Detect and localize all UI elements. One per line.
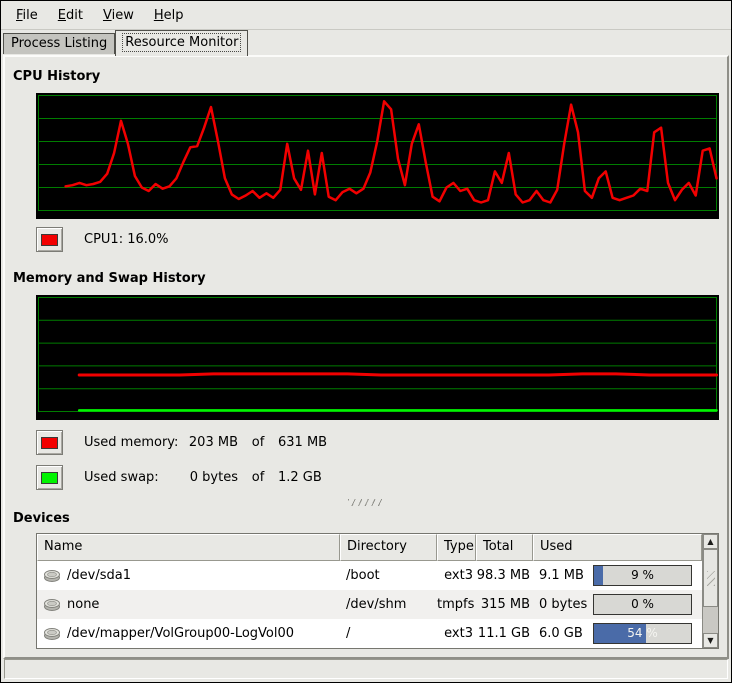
used-swap-of: of [238, 470, 278, 485]
devices-table-body: /dev/sda1/bootext398.3 MB9.1 MB9 % none/… [37, 561, 702, 648]
used-memory-legend: Used memory: 203 MB of 631 MB [36, 430, 727, 455]
usage-percent-label: 54 % [594, 624, 691, 643]
usage-progress-bar: 0 % [593, 594, 692, 615]
cpu-color-swatch [41, 234, 58, 246]
device-type: tmpfs [437, 597, 476, 612]
memory-swap-history-title: Memory and Swap History [13, 271, 727, 286]
device-name-cell: /dev/sda1 [37, 568, 340, 583]
usage-progress-bar: 54 % [593, 623, 692, 644]
usage-progress-bar: 9 % [593, 565, 692, 586]
menu-file[interactable]: File [6, 3, 48, 28]
menu-edit[interactable]: Edit [48, 3, 93, 28]
device-used-value: 9.1 MB [533, 568, 591, 583]
disk-icon [43, 568, 61, 583]
used-swap-label: Used swap: [84, 470, 184, 485]
used-memory-label: Used memory: [84, 435, 184, 450]
used-memory-of: of [238, 435, 278, 450]
table-scrollbar[interactable]: ▲ ▼ [702, 534, 718, 648]
memory-color-swatch [41, 437, 58, 449]
pane-resize-grip[interactable] [348, 499, 384, 506]
memory-color-button[interactable] [36, 430, 63, 455]
cpu-history-title: CPU History [13, 69, 727, 84]
devices-title: Devices [13, 511, 727, 526]
cpu-legend-label: CPU1: 16.0% [84, 232, 169, 247]
system-monitor-window: FileEditViewHelp Process Listing Resourc… [0, 0, 732, 683]
resource-monitor-page: CPU History CPU1: 16.0% Memory and Swap … [3, 55, 729, 659]
used-memory-value: 203 MB [184, 435, 238, 450]
column-header-name[interactable]: Name [37, 534, 340, 561]
memory-swap-graph [36, 295, 719, 420]
disk-icon [43, 597, 61, 612]
device-type: ext3 [437, 568, 476, 583]
swap-color-swatch [41, 472, 58, 484]
memory-swap-plot [36, 295, 719, 420]
status-bar [4, 659, 728, 679]
device-used-value: 6.0 GB [533, 626, 591, 641]
device-used-value: 0 bytes [533, 597, 591, 612]
device-name: /dev/mapper/VolGroup00-LogVol00 [67, 626, 294, 641]
device-used-cell: 6.0 GB54 % [533, 623, 702, 644]
scrollbar-up-button[interactable]: ▲ [703, 534, 718, 549]
device-row[interactable]: /dev/sda1/bootext398.3 MB9.1 MB9 % [37, 561, 702, 590]
device-directory: /boot [340, 568, 437, 583]
device-row[interactable]: none/dev/shmtmpfs315 MB0 bytes0 % [37, 590, 702, 619]
device-total: 98.3 MB [476, 568, 533, 583]
menu-help[interactable]: Help [144, 3, 194, 28]
used-swap-legend: Used swap: 0 bytes of 1.2 GB [36, 465, 727, 490]
tab-process-listing[interactable]: Process Listing [3, 33, 115, 54]
cpu-history-plot [36, 93, 719, 219]
device-row[interactable]: /dev/mapper/VolGroup00-LogVol00 /ext311.1… [37, 619, 702, 648]
device-name: /dev/sda1 [67, 568, 131, 583]
device-used-cell: 9.1 MB9 % [533, 565, 702, 586]
scrollbar-thumb[interactable] [703, 549, 718, 607]
device-directory: /dev/shm [340, 597, 437, 612]
device-directory: / [340, 626, 437, 641]
used-swap-value: 0 bytes [184, 470, 238, 485]
scrollbar-down-button[interactable]: ▼ [703, 633, 718, 648]
devices-table-header: Name Directory Type Total Used [37, 534, 702, 561]
tab-resource-monitor[interactable]: Resource Monitor [115, 30, 248, 56]
devices-table: Name Directory Type Total Used /dev/sda1… [36, 533, 719, 649]
swap-total-value: 1.2 GB [278, 470, 322, 485]
usage-percent-label: 9 % [594, 566, 691, 585]
memory-total-value: 631 MB [278, 435, 327, 450]
column-header-total[interactable]: Total [476, 534, 533, 561]
device-used-cell: 0 bytes0 % [533, 594, 702, 615]
device-total: 11.1 GB [476, 626, 533, 641]
swap-color-button[interactable] [36, 465, 63, 490]
tab-bar: Process Listing Resource Monitor [1, 30, 731, 54]
device-total: 315 MB [476, 597, 533, 612]
column-header-directory[interactable]: Directory [340, 534, 437, 561]
disk-icon [43, 626, 61, 641]
device-name-cell: none [37, 597, 340, 612]
device-name: none [67, 597, 99, 612]
cpu-color-button[interactable] [36, 227, 63, 252]
menu-bar: FileEditViewHelp [1, 1, 731, 30]
column-header-used[interactable]: Used [533, 534, 702, 561]
device-type: ext3 [437, 626, 476, 641]
device-name-cell: /dev/mapper/VolGroup00-LogVol00 [37, 626, 340, 641]
cpu-legend: CPU1: 16.0% [36, 227, 727, 252]
menu-view[interactable]: View [93, 3, 144, 28]
cpu-history-graph [36, 93, 719, 219]
tab-resource-monitor-label: Resource Monitor [123, 34, 240, 51]
usage-percent-label: 0 % [594, 595, 691, 614]
column-header-type[interactable]: Type [437, 534, 476, 561]
